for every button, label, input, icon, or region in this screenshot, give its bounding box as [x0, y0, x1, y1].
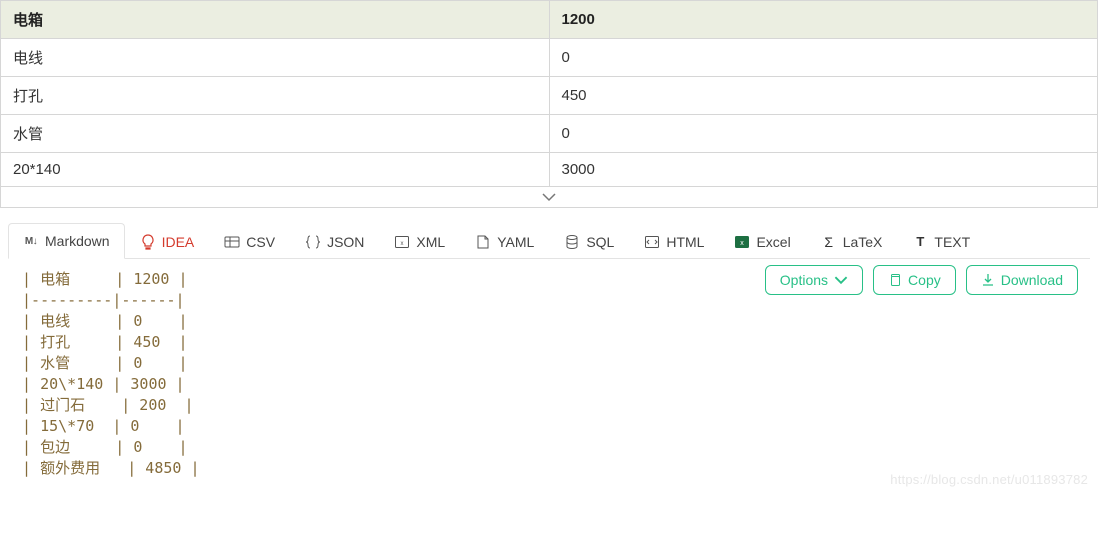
yaml-icon [475, 234, 491, 250]
code-line: | 打孔 | 450 | [22, 332, 1076, 353]
chevron-down-icon [542, 189, 556, 205]
expand-toggle[interactable] [0, 187, 1098, 208]
header-cell-name: 电箱 [1, 1, 550, 39]
action-buttons: Options Copy Download [765, 265, 1078, 295]
code-line: | 额外费用 | 4850 | [22, 458, 1076, 479]
tab-label: JSON [327, 234, 364, 250]
copy-button[interactable]: Copy [873, 265, 956, 295]
json-icon [305, 234, 321, 250]
output-panel: M↓ Markdown IDEA CSV JSON x XML [0, 222, 1098, 493]
tab-yaml[interactable]: YAML [460, 224, 549, 259]
tab-label: TEXT [934, 234, 970, 250]
output-area: Options Copy Download | 电箱 | 1200 ||----… [8, 259, 1090, 493]
xml-icon: x [394, 234, 410, 250]
caret-down-icon [834, 273, 848, 287]
tab-text[interactable]: T TEXT [897, 224, 985, 259]
table-row: 电线 0 [1, 39, 1098, 77]
svg-text:x: x [401, 241, 404, 247]
tab-sql[interactable]: SQL [549, 224, 629, 259]
markdown-icon: M↓ [23, 233, 39, 249]
table-header-row: 电箱 1200 [1, 1, 1098, 39]
code-line: | 包边 | 0 | [22, 437, 1076, 458]
tab-json[interactable]: JSON [290, 224, 379, 259]
cell-value: 0 [549, 39, 1098, 77]
tab-label: LaTeX [843, 234, 883, 250]
tab-label: HTML [666, 234, 704, 250]
database-icon [564, 234, 580, 250]
code-line: | 电线 | 0 | [22, 311, 1076, 332]
tab-label: Markdown [45, 233, 110, 249]
cell-value: 450 [549, 77, 1098, 115]
button-label: Options [780, 272, 828, 288]
csv-icon [224, 234, 240, 250]
tab-label: CSV [246, 234, 275, 250]
bulb-icon [140, 234, 156, 250]
download-button[interactable]: Download [966, 265, 1078, 295]
tab-xml[interactable]: x XML [379, 224, 460, 259]
cell-name: 电线 [1, 39, 550, 77]
tab-label: YAML [497, 234, 534, 250]
copy-icon [888, 273, 902, 287]
tab-label: Excel [756, 234, 790, 250]
table-row: 打孔 450 [1, 77, 1098, 115]
download-icon [981, 273, 995, 287]
tab-excel[interactable]: x Excel [719, 224, 805, 259]
sigma-icon: Σ [821, 234, 837, 250]
tab-label: XML [416, 234, 445, 250]
markdown-output[interactable]: | 电箱 | 1200 ||---------|------|| 电线 | 0 … [22, 269, 1076, 479]
cell-name: 20*140 [1, 153, 550, 187]
button-label: Copy [908, 272, 941, 288]
tab-label: SQL [586, 234, 614, 250]
code-line: | 15\*70 | 0 | [22, 416, 1076, 437]
excel-icon: x [734, 234, 750, 250]
tab-idea[interactable]: IDEA [125, 224, 210, 259]
tab-latex[interactable]: Σ LaTeX [806, 224, 898, 259]
cell-value: 0 [549, 115, 1098, 153]
code-line: | 20\*140 | 3000 | [22, 374, 1076, 395]
options-button[interactable]: Options [765, 265, 863, 295]
header-cell-value: 1200 [549, 1, 1098, 39]
text-icon: T [912, 234, 928, 250]
button-label: Download [1001, 272, 1063, 288]
format-tabs: M↓ Markdown IDEA CSV JSON x XML [8, 222, 1090, 259]
tab-markdown[interactable]: M↓ Markdown [8, 223, 125, 259]
code-line: | 水管 | 0 | [22, 353, 1076, 374]
table-row: 20*140 3000 [1, 153, 1098, 187]
svg-text:x: x [741, 240, 745, 247]
table-row: 水管 0 [1, 115, 1098, 153]
cell-value: 3000 [549, 153, 1098, 187]
tab-html[interactable]: HTML [629, 224, 719, 259]
data-table: 电箱 1200 电线 0 打孔 450 水管 0 20*140 3000 [0, 0, 1098, 187]
cell-name: 水管 [1, 115, 550, 153]
code-line: | 过门石 | 200 | [22, 395, 1076, 416]
html-icon [644, 234, 660, 250]
cell-name: 打孔 [1, 77, 550, 115]
tab-csv[interactable]: CSV [209, 224, 290, 259]
tab-label: IDEA [162, 234, 195, 250]
